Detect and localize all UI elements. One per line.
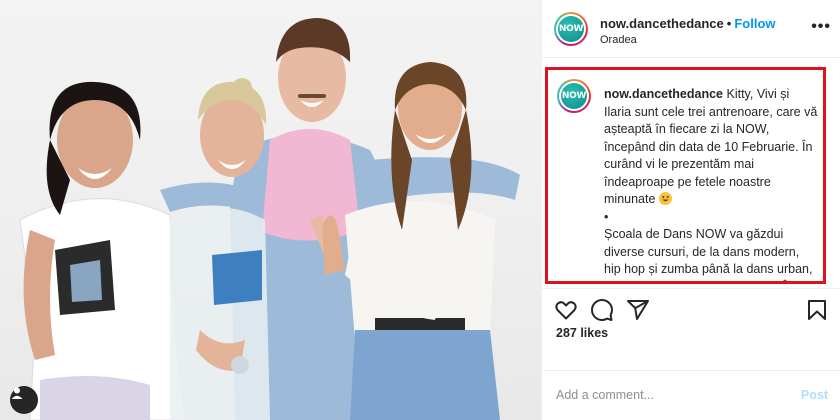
- post-comment-button[interactable]: Post: [801, 388, 828, 402]
- header-username[interactable]: now.dancethedance: [600, 16, 724, 31]
- comment-icon[interactable]: [590, 298, 614, 322]
- grinning-face-emoji-icon: [658, 192, 672, 205]
- post-header: NOW now.dancethedance • Follow Oradea •••: [542, 0, 840, 58]
- photo-illustration: [19, 18, 520, 420]
- bookmark-glyph: [808, 300, 826, 320]
- likes-count[interactable]: 287 likes: [556, 326, 608, 340]
- user-tag-icon[interactable]: [10, 386, 38, 414]
- heart-glyph: [555, 301, 577, 320]
- send-glyph: [627, 300, 649, 320]
- caption-text-2: Școala de Dans NOW va găzdui diverse cur…: [604, 227, 813, 281]
- follow-button[interactable]: Follow: [734, 16, 775, 31]
- avatar-ring: NOW: [559, 81, 589, 111]
- divider: [542, 370, 840, 371]
- user-tag-glyph: [11, 387, 23, 399]
- more-options-icon[interactable]: •••: [811, 18, 831, 36]
- emoji-face: [662, 196, 669, 202]
- post-photo[interactable]: [0, 0, 541, 420]
- action-bar: [542, 288, 840, 330]
- avatar-logo: NOW: [558, 16, 584, 42]
- caption-text-1: Kitty, Vivi și Ilaria sunt cele trei ant…: [604, 87, 818, 206]
- profile-avatar[interactable]: NOW: [554, 12, 588, 46]
- header-user-line: now.dancethedance • Follow: [600, 16, 776, 31]
- bookmark-icon[interactable]: [805, 298, 829, 322]
- heart-icon[interactable]: [554, 298, 578, 322]
- post-caption: now.dancethedance Kitty, Vivi și Ilaria …: [604, 86, 819, 281]
- caption-avatar[interactable]: NOW: [557, 79, 591, 113]
- header-separator: •: [726, 16, 732, 31]
- caption-bullet: •: [604, 209, 609, 224]
- comment-input[interactable]: [556, 382, 776, 408]
- caption-highlight: NOW now.dancethedance Kitty, Vivi și Ila…: [545, 67, 826, 284]
- avatar-logo: NOW: [561, 83, 587, 109]
- comment-glyph: [591, 299, 613, 321]
- post-side-panel: NOW now.dancethedance • Follow Oradea ••• …: [541, 0, 840, 420]
- caption-username[interactable]: now.dancethedance: [604, 87, 723, 101]
- location-link[interactable]: Oradea: [600, 34, 637, 46]
- send-icon[interactable]: [626, 298, 650, 322]
- avatar-ring: NOW: [556, 14, 586, 44]
